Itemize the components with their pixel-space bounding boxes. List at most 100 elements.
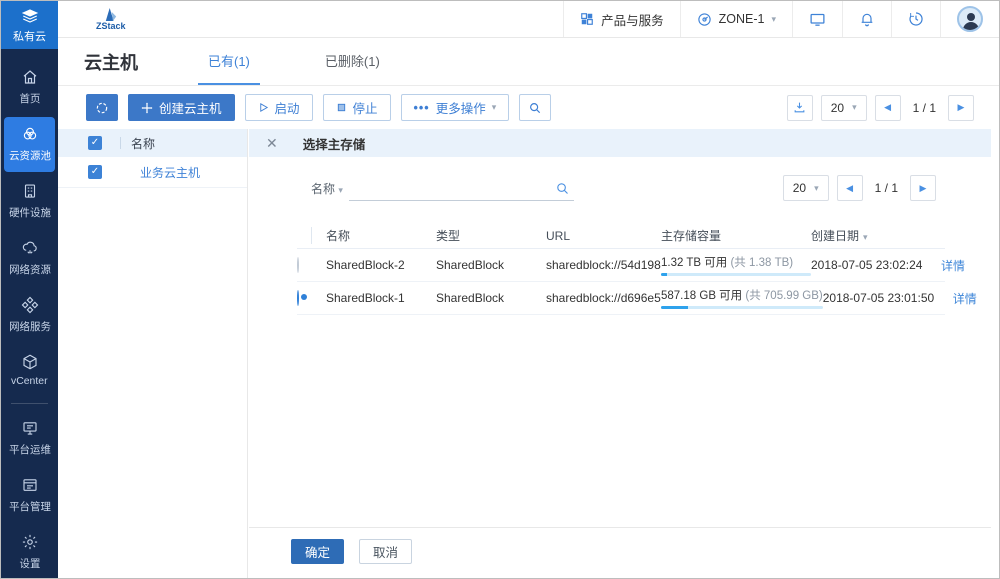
search-field-selector[interactable]: 名称 ▾ xyxy=(311,180,343,201)
create-vm-button[interactable]: 创建云主机 xyxy=(128,94,235,121)
export-button[interactable] xyxy=(787,95,813,121)
sidebar-item-network-resource[interactable]: 网络资源 xyxy=(4,231,55,286)
storage-capacity-cell: 1.32 TB 可用 (共 1.38 TB) xyxy=(661,254,811,276)
sidebar-item-label: 平台管理 xyxy=(9,498,51,513)
search-button[interactable] xyxy=(519,94,551,121)
storage-created-date: 2018-07-05 23:02:24 xyxy=(811,258,941,272)
ellipsis-icon: ••• xyxy=(414,101,430,115)
storage-row-sharedblock-2[interactable]: SharedBlock-2 SharedBlock sharedblock://… xyxy=(297,249,945,282)
console-button[interactable] xyxy=(792,1,842,37)
sidebar-item-hardware[interactable]: 硬件设施 xyxy=(4,174,55,229)
modal-title: 选择主存储 xyxy=(303,134,366,153)
capacity-available: 1.32 TB 可用 xyxy=(661,257,727,269)
top-header: ZStack 产品与服务 ZONE-1 ▾ xyxy=(58,1,999,38)
zone-selector[interactable]: ZONE-1 ▾ xyxy=(680,1,792,37)
next-page-button[interactable]: ▶ xyxy=(948,95,974,121)
sidebar-item-platform-mgmt[interactable]: 平台管理 xyxy=(4,468,55,523)
sidebar-item-label: 网络服务 xyxy=(9,318,51,333)
capacity-total: (共 705.99 GB) xyxy=(745,290,822,302)
play-icon xyxy=(258,102,269,113)
chevron-down-icon: ▾ xyxy=(338,185,343,195)
tab-deleted[interactable]: 已删除(1) xyxy=(315,38,390,85)
ops-monitor-icon xyxy=(21,419,39,437)
sidebar-item-label: 首页 xyxy=(19,90,40,105)
storage-table-header: 名称 类型 URL 主存储容量 创建日期▾ xyxy=(297,223,945,249)
brand-label: 私有云 xyxy=(13,28,46,44)
refresh-button[interactable] xyxy=(86,94,118,121)
prev-page-button[interactable]: ◀ xyxy=(875,95,901,121)
layers-icon xyxy=(21,7,39,25)
column-header-name: 名称 xyxy=(311,227,436,244)
sidebar-nav: 首页 云资源池 硬件设施 网络资源 网络服务 vCenter xyxy=(1,49,58,579)
row-checkbox[interactable]: ✓ xyxy=(88,165,102,179)
modal-next-page-button[interactable]: ▶ xyxy=(910,175,936,201)
vcenter-icon xyxy=(21,353,39,371)
toolbar: 创建云主机 启动 停止 ••• 更多操作 ▾ 20 ▾ ◀ 1 / xyxy=(58,86,999,129)
confirm-button[interactable]: 确定 xyxy=(291,539,344,564)
stop-button[interactable]: 停止 xyxy=(323,94,391,121)
details-link[interactable]: 详情 xyxy=(941,257,981,274)
pagination-indicator: 1 / 1 xyxy=(909,101,940,115)
chevron-down-icon: ▾ xyxy=(852,102,857,113)
search-input[interactable] xyxy=(349,179,574,201)
zone-label: ZONE-1 xyxy=(719,12,765,26)
toolbar-right: 20 ▾ ◀ 1 / 1 ▶ xyxy=(787,95,974,121)
vm-list-panel: ✓ 名称 ✓ 业务云主机 xyxy=(58,129,248,578)
sidebar-item-vcenter[interactable]: vCenter xyxy=(4,345,55,396)
sidebar-brand-private-cloud[interactable]: 私有云 xyxy=(1,1,58,49)
capacity-progress-fill xyxy=(661,273,667,276)
refresh-icon xyxy=(95,101,109,115)
history-button[interactable] xyxy=(891,1,940,37)
storage-name: SharedBlock-1 xyxy=(311,291,436,305)
header-right: 产品与服务 ZONE-1 ▾ xyxy=(563,1,999,37)
close-icon[interactable]: ✕ xyxy=(266,135,278,152)
row-radio-selected[interactable] xyxy=(297,290,299,306)
more-actions-label: 更多操作 xyxy=(436,98,486,117)
start-button[interactable]: 启动 xyxy=(245,94,313,121)
plus-icon xyxy=(141,102,153,114)
sidebar-item-label: vCenter xyxy=(11,375,48,386)
page-size-select[interactable]: 20 ▾ xyxy=(821,95,867,121)
history-clock-icon xyxy=(908,11,924,27)
vm-name-column-header: 名称 xyxy=(131,135,155,152)
sidebar-item-settings[interactable]: 设置 xyxy=(4,525,55,579)
cancel-button[interactable]: 取消 xyxy=(359,539,412,564)
sort-icon: ▾ xyxy=(863,232,868,242)
chevron-down-icon: ▾ xyxy=(771,14,776,25)
select-primary-storage-panel: ✕ 选择主存储 名称 ▾ 20 ▾ ◀ 1 / 1 ▶ xyxy=(249,129,991,574)
sidebar-item-home[interactable]: 首页 xyxy=(4,60,55,115)
sidebar-item-platform-ops[interactable]: 平台运维 xyxy=(4,411,55,466)
sidebar-item-cloud-resource-pool[interactable]: 云资源池 xyxy=(4,117,55,172)
vm-list-row[interactable]: ✓ 业务云主机 xyxy=(58,157,247,188)
storage-url: sharedblock://d696e58... xyxy=(546,291,661,305)
tab-existing[interactable]: 已有(1) xyxy=(198,38,260,85)
page-title: 云主机 xyxy=(84,49,138,75)
modal-page-size-select[interactable]: 20 ▾ xyxy=(783,175,829,201)
sidebar-item-network-service[interactable]: 网络服务 xyxy=(4,288,55,343)
vm-name-link[interactable]: 业务云主机 xyxy=(140,164,200,181)
zstack-logo[interactable]: ZStack xyxy=(96,8,126,31)
storage-row-sharedblock-1[interactable]: SharedBlock-1 SharedBlock sharedblock://… xyxy=(297,282,945,315)
sidebar-item-label: 网络资源 xyxy=(9,261,51,276)
search-icon[interactable] xyxy=(555,181,570,196)
user-menu[interactable] xyxy=(940,1,999,37)
grid-icon xyxy=(580,12,594,26)
search-icon xyxy=(528,101,542,115)
sidebar-item-label: 设置 xyxy=(19,555,40,570)
network-service-icon xyxy=(21,296,39,314)
more-actions-button[interactable]: ••• 更多操作 ▾ xyxy=(401,94,510,121)
details-link[interactable]: 详情 xyxy=(953,290,993,307)
notifications-button[interactable] xyxy=(842,1,891,37)
column-header-created[interactable]: 创建日期▾ xyxy=(811,227,941,244)
column-divider xyxy=(120,137,121,149)
select-all-checkbox[interactable]: ✓ xyxy=(88,136,102,150)
modal-prev-page-button[interactable]: ◀ xyxy=(837,175,863,201)
row-radio[interactable] xyxy=(297,257,299,273)
modal-search-row: 名称 ▾ 20 ▾ ◀ 1 / 1 ▶ xyxy=(249,157,991,201)
capacity-available: 587.18 GB 可用 xyxy=(661,290,742,302)
products-services-menu[interactable]: 产品与服务 xyxy=(563,1,680,37)
network-resource-icon xyxy=(21,239,39,257)
products-services-label: 产品与服务 xyxy=(601,10,664,29)
column-header-type: 类型 xyxy=(436,227,546,244)
storage-url: sharedblock://54d198b... xyxy=(546,258,661,272)
